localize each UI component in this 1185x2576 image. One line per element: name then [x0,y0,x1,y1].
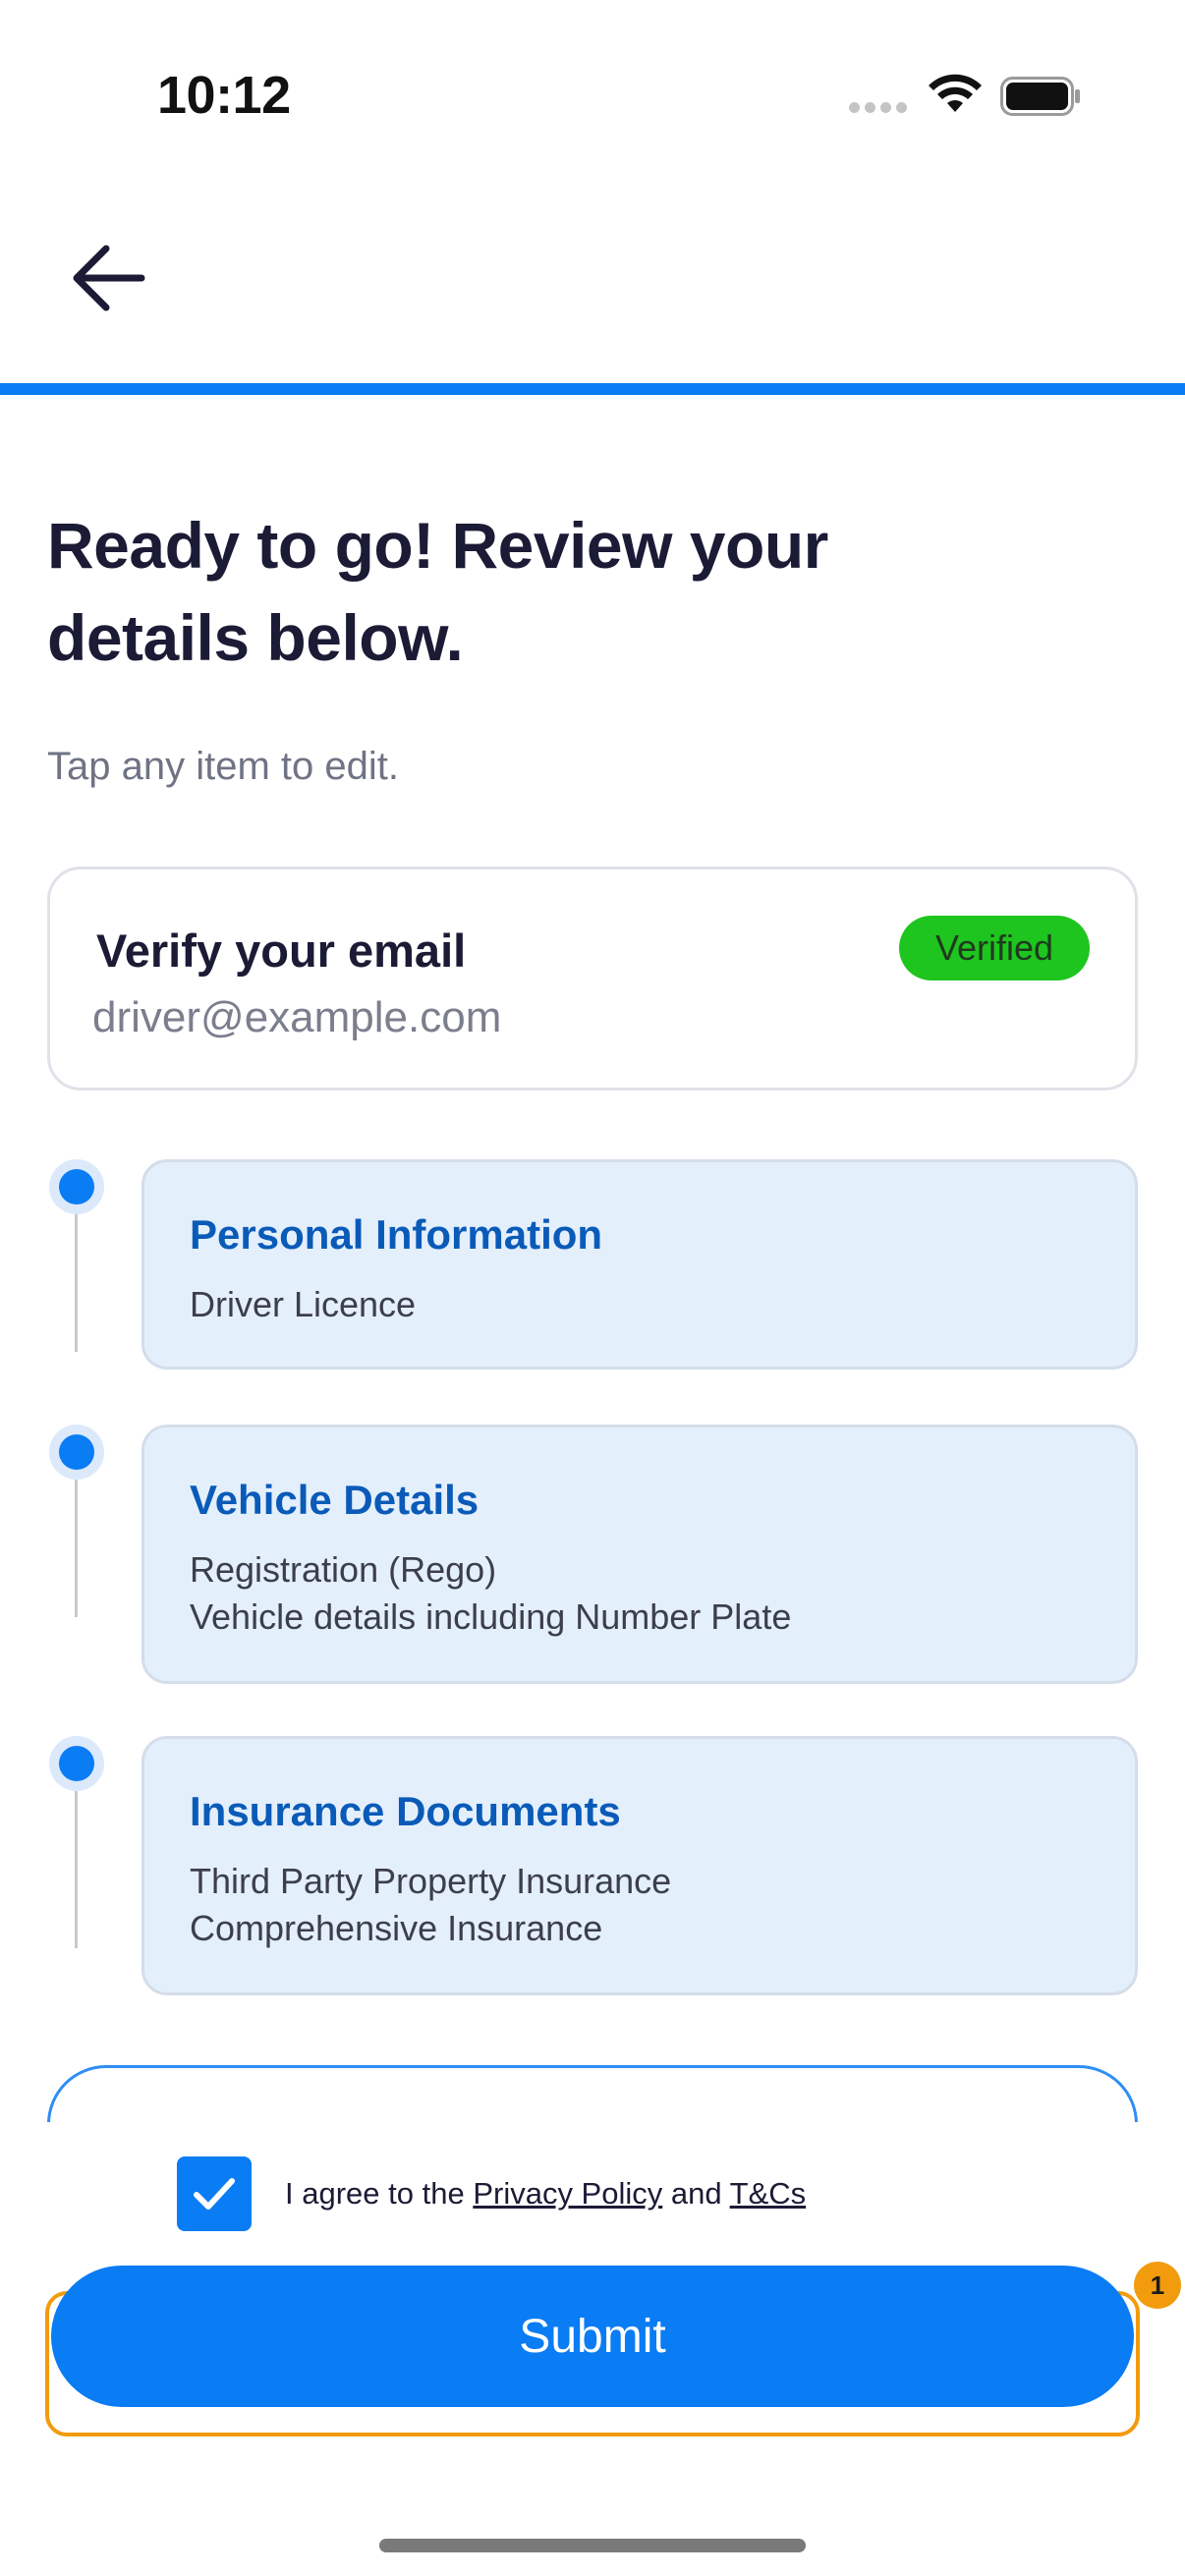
step-detail: Driver Licence [190,1284,417,1324]
email-card-title: Verify your email [96,924,467,977]
status-bar: 10:12 [0,0,1185,196]
step-detail: Comprehensive Insurance [190,1908,603,1948]
verify-email-card[interactable]: Verify your email driver@example.com Ver… [47,867,1138,1091]
arrow-left-icon [73,245,145,311]
page-subtitle: Tap any item to edit. [47,745,399,788]
timeline-line [75,1214,78,1352]
timeline-dot [49,1736,104,1791]
verified-badge: Verified [899,916,1090,980]
status-time: 10:12 [157,66,291,125]
back-button[interactable] [61,234,155,322]
progress-bar [0,383,1185,395]
wifi-icon [929,74,982,112]
home-indicator [379,2539,806,2552]
signal-dots-icon [849,102,907,113]
progress-fill [0,383,1185,395]
page-title: Ready to go! Review your details below. [47,509,828,674]
email-value: driver@example.com [92,993,502,1041]
terms-link[interactable]: T&Cs [730,2176,807,2211]
agreement-and: and [662,2176,730,2211]
step-title: Personal Information [190,1211,603,1258]
vehicle-details-card[interactable]: Vehicle Details Registration (Rego) Vehi… [141,1425,1138,1684]
agreement-text: I agree to the Privacy Policy and T&Cs [285,2176,806,2212]
step-title: Vehicle Details [190,1477,480,1523]
timeline-line [75,1791,78,1948]
notification-badge: 1 [1134,2262,1181,2309]
agreement-prefix: I agree to the [285,2176,474,2211]
agree-checkbox[interactable] [177,2156,252,2231]
step-detail: Registration (Rego) [190,1549,497,1590]
step-detail: Vehicle details including Number Plate [190,1596,792,1637]
terms-agreement-row: I agree to the Privacy Policy and T&Cs [177,2156,806,2232]
timeline-dot [49,1159,104,1214]
personal-information-card[interactable]: Personal Information Driver Licence [141,1159,1138,1370]
privacy-policy-link[interactable]: Privacy Policy [473,2176,662,2211]
battery-icon [1000,77,1080,116]
step-detail: Third Party Property Insurance [190,1861,672,1901]
step-title: Insurance Documents [190,1788,621,1834]
submit-button[interactable]: Submit [51,2266,1134,2407]
timeline-dot [49,1425,104,1480]
timeline-line [75,1480,78,1617]
checkmark-icon [194,2178,235,2210]
insurance-documents-card[interactable]: Insurance Documents Third Party Property… [141,1736,1138,1995]
